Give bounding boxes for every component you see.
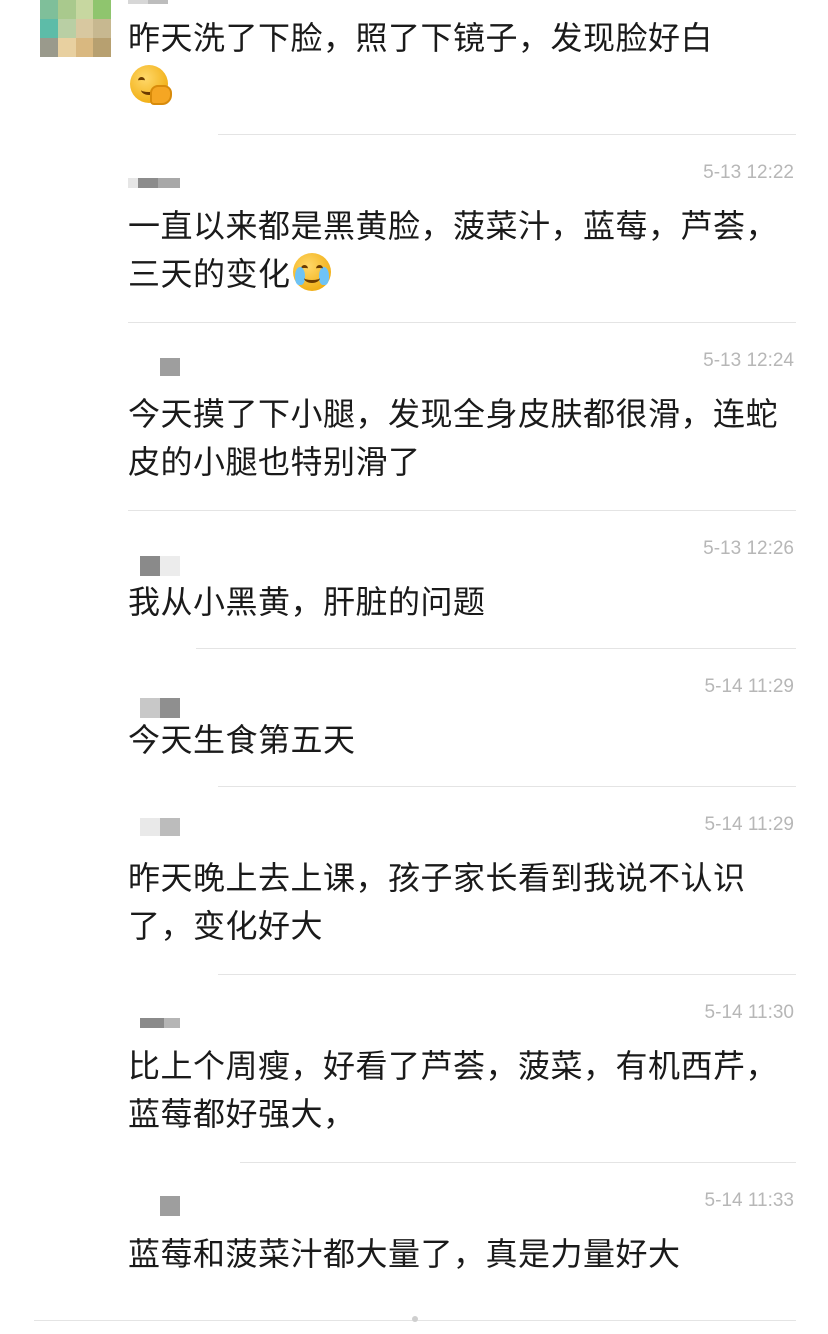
comment-text: 昨天晚上去上课，孩子家长看到我说不认识了，变化好大 bbox=[128, 859, 746, 945]
dot-icon bbox=[412, 1316, 418, 1322]
username-blurred bbox=[140, 698, 180, 718]
comment-text: 比上个周瘦，好看了芦荟，菠菜，有机西芹，蓝莓都好强大， bbox=[128, 1047, 779, 1133]
username-blurred bbox=[140, 1018, 180, 1028]
divider bbox=[218, 134, 796, 135]
comment-timestamp: 5-14 11:33 bbox=[704, 1190, 794, 1211]
username-blurred bbox=[160, 1196, 180, 1216]
username-blurred bbox=[128, 178, 180, 188]
username-blurred bbox=[140, 556, 180, 576]
divider bbox=[218, 974, 796, 975]
comment-text: 昨天洗了下脸，照了下镜子，发现脸好白 bbox=[128, 14, 788, 110]
comment-text: 一直以来都是黑黄脸，菠菜汁，蓝莓，芦荟，三天的变化 bbox=[128, 207, 779, 293]
comment-timestamp: 5-14 11:30 bbox=[704, 1002, 794, 1023]
comment-timestamp: 5-14 11:29 bbox=[704, 814, 794, 835]
hand-over-mouth-face-icon bbox=[130, 65, 172, 105]
comment-timestamp: 5-13 12:24 bbox=[703, 350, 794, 371]
divider bbox=[128, 510, 796, 511]
comment-text: 今天生食第五天 bbox=[128, 721, 356, 759]
divider bbox=[128, 322, 796, 323]
comment-text: 蓝莓和菠菜汁都大量了，真是力量好大 bbox=[128, 1235, 681, 1273]
comment-timestamp: 5-13 12:22 bbox=[703, 162, 794, 183]
comment-text: 今天摸了下小腿，发现全身皮肤都很滑，连蛇皮的小腿也特别滑了 bbox=[128, 395, 779, 481]
divider bbox=[196, 648, 796, 649]
username-blurred bbox=[160, 358, 180, 376]
comment-timestamp: 5-14 11:29 bbox=[704, 676, 794, 697]
comment-timestamp: 5-13 12:26 bbox=[703, 538, 794, 559]
crying-face-icon bbox=[292, 253, 331, 291]
divider bbox=[240, 1162, 796, 1163]
divider bbox=[218, 786, 796, 787]
username-blurred bbox=[140, 818, 180, 836]
avatar[interactable] bbox=[40, 0, 111, 57]
username-blurred bbox=[128, 0, 168, 4]
comment-text: 我从小黑黄，肝脏的问题 bbox=[128, 583, 486, 621]
